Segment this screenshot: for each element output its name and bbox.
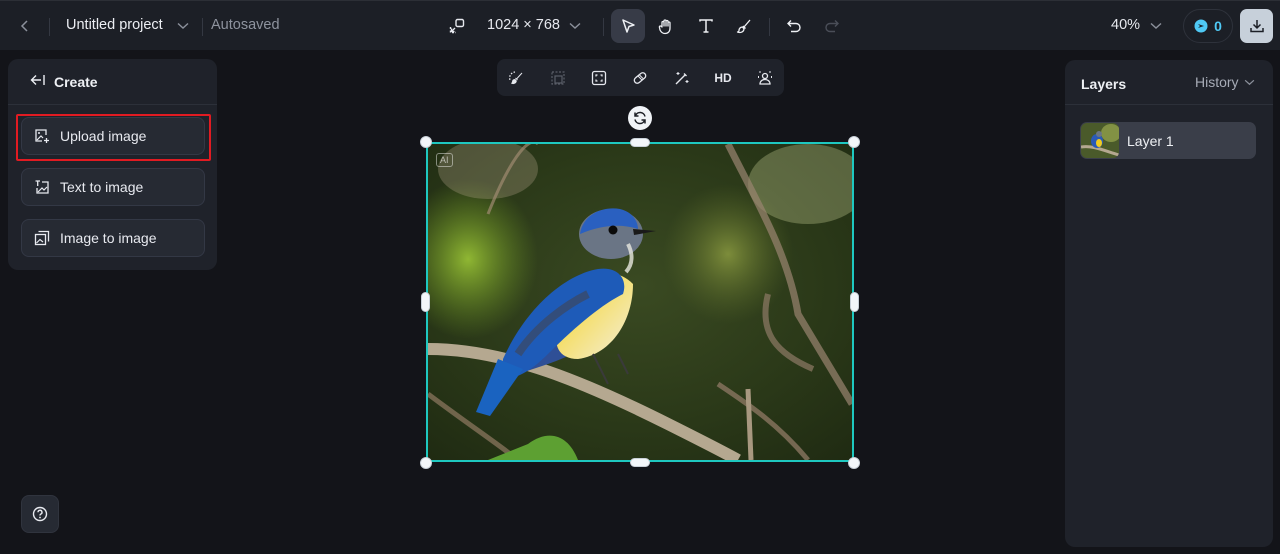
magic-brush-icon [509, 71, 523, 85]
ai-generated-badge: AI [436, 153, 453, 167]
tab-layers[interactable]: Layers [1081, 76, 1126, 92]
chevron-down-icon [177, 22, 189, 29]
hand-icon [658, 18, 671, 34]
crop-icon [591, 70, 607, 86]
chevron-left-icon [20, 20, 28, 32]
credit-count: 0 [1214, 18, 1222, 34]
hand-tool[interactable] [649, 9, 683, 43]
project-menu-button[interactable] [176, 19, 190, 33]
undo-button[interactable] [777, 9, 811, 43]
resize-handle-bottom[interactable] [630, 458, 650, 467]
redo-button[interactable] [815, 9, 849, 43]
eraser-tool[interactable] [627, 65, 653, 91]
crop-tool[interactable] [586, 65, 612, 91]
cursor-arrow-icon [622, 19, 635, 33]
upload-image-button[interactable]: Upload image [21, 117, 205, 155]
remove-background-tool[interactable] [752, 65, 778, 91]
layer-item[interactable]: Layer 1 [1080, 122, 1256, 159]
tab-history[interactable]: History [1195, 74, 1255, 90]
project-title[interactable]: Untitled project [66, 17, 163, 33]
text-tool[interactable] [689, 9, 723, 43]
canvas-size-select[interactable]: 1024 × 768 [487, 17, 560, 33]
upload-image-icon [35, 129, 49, 143]
rotate-handle[interactable] [628, 106, 652, 130]
retouch-tool[interactable] [503, 65, 529, 91]
chevron-down-icon [1150, 22, 1162, 29]
redo-icon [825, 20, 839, 33]
magic-wand-icon [675, 72, 689, 85]
upload-image-label: Upload image [60, 128, 147, 144]
chevron-down-icon [1244, 79, 1254, 85]
save-status: Autosaved [211, 17, 280, 33]
image-to-image-button[interactable]: Image to image [21, 219, 205, 257]
back-button[interactable] [16, 17, 34, 35]
expand-frame-icon [551, 71, 565, 85]
image-to-image-icon [34, 230, 50, 246]
zoom-level-select[interactable]: 40% [1111, 17, 1140, 33]
zoom-dropdown[interactable] [1149, 19, 1163, 33]
bird-photo [428, 144, 852, 460]
top-bar: Untitled project Autosaved 1024 × 768 40… [0, 0, 1280, 50]
download-icon [1249, 20, 1264, 33]
resize-handle-bottom-right[interactable] [848, 457, 860, 469]
history-label: History [1195, 74, 1239, 90]
text-to-image-label: Text to image [60, 179, 144, 195]
upscale-hd-button[interactable]: HD [710, 65, 736, 91]
chevron-down-icon [569, 22, 581, 29]
magic-wand-tool[interactable] [669, 65, 695, 91]
text-to-image-button[interactable]: Text to image [21, 168, 205, 206]
resize-handle-left[interactable] [421, 292, 430, 312]
brush-tool[interactable] [727, 9, 761, 43]
person-cutout-icon [758, 71, 772, 85]
rotate-icon [634, 111, 646, 125]
layers-panel-header: Layers History [1065, 60, 1273, 105]
help-button[interactable] [21, 495, 59, 533]
resize-handle-top[interactable] [630, 138, 650, 147]
layer-name: Layer 1 [1127, 132, 1174, 149]
resize-handle-bottom-left[interactable] [420, 457, 432, 469]
select-tool[interactable] [611, 9, 645, 43]
undo-icon [787, 20, 801, 33]
image-to-image-label: Image to image [60, 230, 157, 246]
resize-canvas-button[interactable] [448, 17, 466, 35]
collapse-left-icon[interactable] [30, 73, 46, 87]
resize-handle-top-right[interactable] [848, 136, 860, 148]
image-edit-toolbar: HD [497, 59, 784, 96]
resize-canvas-icon [449, 18, 465, 34]
resize-handle-right[interactable] [850, 292, 859, 312]
resize-handle-top-left[interactable] [420, 136, 432, 148]
canvas-image[interactable]: AI [426, 142, 854, 462]
credits-button[interactable]: 0 [1183, 9, 1233, 43]
eraser-icon [633, 72, 647, 84]
canvas-size-dropdown[interactable] [568, 19, 582, 33]
text-icon [699, 19, 713, 33]
brush-icon [736, 19, 751, 34]
expand-tool[interactable] [545, 65, 571, 91]
help-circle-icon [32, 506, 48, 522]
create-panel-header: Create [8, 59, 217, 105]
layer-thumbnail [1081, 123, 1119, 158]
create-panel: Create Upload image Text to image Image … [8, 59, 217, 270]
layers-panel: Layers History Layer 1 [1065, 60, 1273, 547]
create-panel-title: Create [54, 74, 98, 90]
credit-icon [1194, 19, 1208, 33]
download-button[interactable] [1240, 9, 1273, 43]
text-to-image-icon [35, 180, 49, 194]
